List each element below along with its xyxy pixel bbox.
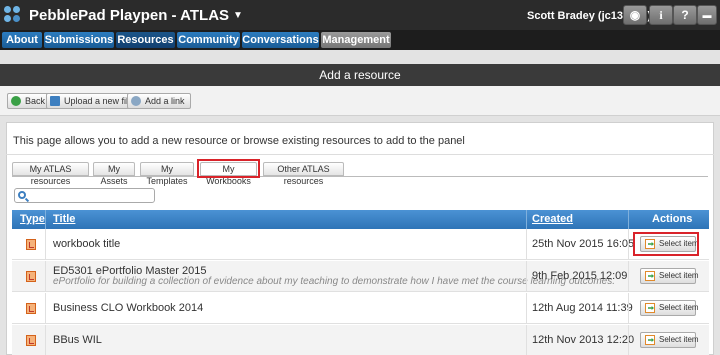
table-row: BBus WIL 12th Nov 2013 12:20 Select item — [12, 325, 709, 355]
select-arrow-icon — [645, 303, 655, 313]
highlight-outline-tab — [197, 159, 260, 178]
select-item-button[interactable]: Select item — [640, 268, 699, 284]
row-title[interactable]: BBus WIL — [53, 334, 102, 346]
column-separator — [628, 210, 629, 229]
tab-my-templates[interactable]: My Templates — [140, 162, 194, 186]
column-header-title[interactable]: Title — [53, 210, 75, 229]
toolbar: Back Upload a new file Add a link — [0, 86, 720, 116]
upload-label: Upload a new file — [64, 96, 134, 106]
app-title-menu[interactable]: PebblePad Playpen - ATLAS ▼ — [29, 7, 243, 24]
table-row: workbook title 25th Nov 2015 16:05 Selec… — [12, 229, 709, 260]
nav-submissions[interactable]: Submissions — [44, 32, 114, 48]
row-title[interactable]: Business CLO Workbook 2014 — [53, 302, 203, 314]
row-created: 9th Feb 2015 12:09 — [532, 270, 628, 282]
row-created: 12th Nov 2013 12:20 — [532, 334, 635, 346]
select-item-label: Select item — [659, 335, 699, 344]
upload-icon — [50, 96, 60, 106]
pebblepad-logo-icon[interactable] — [4, 6, 22, 24]
search-input[interactable] — [14, 188, 155, 203]
select-item-label: Select item — [659, 271, 699, 280]
add-link-label: Add a link — [145, 96, 185, 106]
divider — [6, 154, 714, 155]
table-row: Business CLO Workbook 2014 12th Aug 2014… — [12, 293, 709, 324]
highlight-outline-select — [633, 232, 699, 256]
column-header-created[interactable]: Created — [532, 210, 573, 229]
workbook-icon — [26, 271, 36, 282]
row-created: 25th Nov 2015 16:05 — [532, 238, 635, 250]
back-arrow-icon — [11, 96, 21, 106]
column-header-type[interactable]: Type — [20, 210, 45, 229]
link-icon — [131, 96, 141, 106]
tab-underline — [12, 176, 708, 177]
nav-about[interactable]: About — [2, 32, 42, 48]
search-icon — [18, 191, 26, 199]
back-label: Back — [25, 96, 46, 106]
row-created: 12th Aug 2014 11:39 — [532, 302, 633, 314]
select-item-button[interactable]: Select item — [640, 332, 699, 348]
column-separator — [45, 210, 46, 229]
select-arrow-icon — [645, 335, 655, 345]
tab-other-atlas-resources[interactable]: Other ATLAS resources — [263, 162, 344, 186]
column-header-actions: Actions — [652, 213, 693, 225]
workbook-icon — [26, 303, 36, 314]
account-icon[interactable]: ▬ — [697, 5, 717, 25]
select-item-button[interactable]: Select item — [640, 300, 699, 316]
main-nav: About Submissions Resources Community Co… — [0, 30, 720, 50]
help-icon[interactable]: ? — [673, 5, 697, 25]
select-arrow-icon — [645, 271, 655, 281]
workbook-icon — [26, 239, 36, 250]
column-separator — [526, 210, 527, 229]
tab-my-assets[interactable]: My Assets — [93, 162, 135, 186]
row-description: ePortfolio for building a collection of … — [53, 276, 615, 287]
back-button[interactable]: Back — [7, 93, 52, 109]
tab-my-atlas-resources[interactable]: My ATLAS resources — [12, 162, 89, 186]
panel-heading: Add a resource — [0, 64, 720, 86]
workbook-icon — [26, 335, 36, 346]
app-title: PebblePad Playpen - ATLAS — [29, 7, 230, 24]
nav-management[interactable]: Management — [321, 32, 391, 48]
select-item-label: Select item — [659, 303, 699, 312]
info-text: This page allows you to add a new resour… — [13, 135, 465, 147]
upload-file-button[interactable]: Upload a new file — [46, 93, 140, 109]
nav-community[interactable]: Community — [177, 32, 240, 48]
add-link-button[interactable]: Add a link — [127, 93, 191, 109]
table-row: ED5301 ePortfolio Master 2015 ePortfolio… — [12, 261, 709, 292]
info-icon[interactable]: i — [649, 5, 673, 25]
chevron-down-icon: ▼ — [233, 10, 243, 21]
table-header: Type Title Created Actions — [12, 210, 709, 229]
top-bar: PebblePad Playpen - ATLAS ▼ Scott Bradey … — [0, 0, 720, 30]
view-icon[interactable]: ◉ — [623, 5, 647, 25]
row-title[interactable]: workbook title — [53, 238, 120, 250]
nav-conversations[interactable]: Conversations — [242, 32, 319, 48]
nav-resources[interactable]: Resources — [116, 32, 175, 48]
